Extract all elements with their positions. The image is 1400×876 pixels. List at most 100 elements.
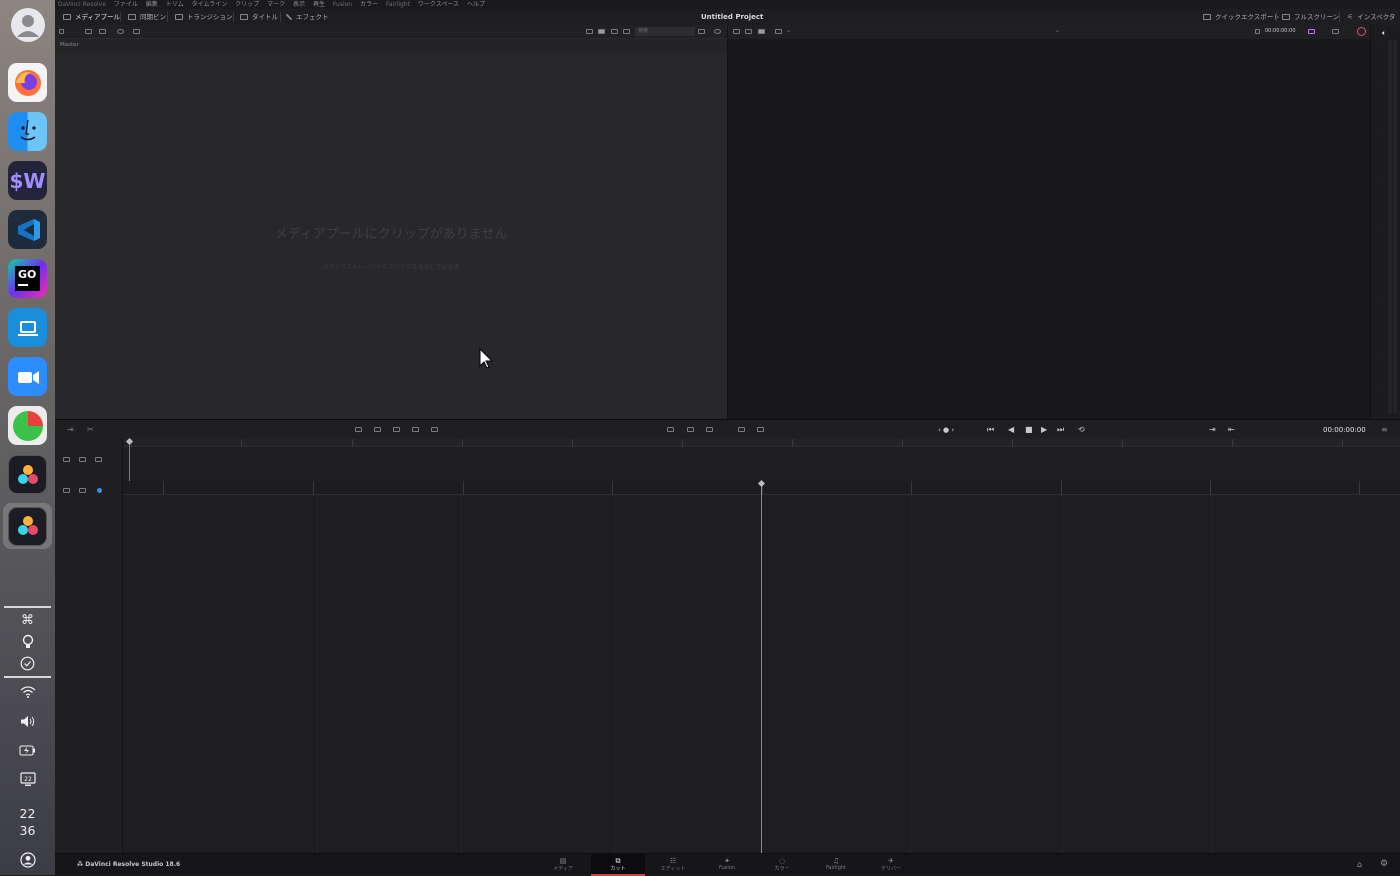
- zoom-icon[interactable]: [7, 356, 48, 397]
- import-icon[interactable]: [85, 29, 92, 34]
- page-tab-color[interactable]: ◌ カラー: [755, 854, 809, 876]
- page-tab-edit[interactable]: ☷ エディット: [646, 854, 700, 876]
- transitions-button[interactable]: トランジション: [175, 9, 233, 25]
- sync-bin-button[interactable]: 同期ビン: [128, 9, 166, 25]
- volume-icon[interactable]: [0, 715, 55, 731]
- smart-insert-icon[interactable]: [355, 427, 362, 432]
- remote-desktop-icon[interactable]: [7, 307, 48, 348]
- upper-playhead[interactable]: [129, 441, 130, 481]
- viewer-canvas[interactable]: [727, 39, 1370, 419]
- menu-playback[interactable]: 再生: [313, 1, 325, 8]
- menu-file[interactable]: ファイル: [114, 1, 138, 8]
- track-settings-icon[interactable]: [79, 488, 86, 493]
- lower-playhead[interactable]: [761, 483, 762, 853]
- scale-icon[interactable]: [687, 427, 694, 432]
- goland-icon[interactable]: GO: [7, 258, 48, 299]
- mark-out-icon[interactable]: ⇤: [1228, 426, 1235, 434]
- play-reverse-icon[interactable]: ◀: [1008, 426, 1014, 434]
- track-audio-icon[interactable]: [95, 457, 102, 462]
- mark-in-icon[interactable]: ⇥: [1209, 426, 1216, 434]
- snap-icon[interactable]: ⇥: [67, 426, 74, 434]
- checkmark-circle-icon[interactable]: [0, 656, 55, 674]
- record-icon[interactable]: [1357, 27, 1366, 36]
- battery-charging-icon[interactable]: [0, 745, 55, 759]
- list-view-icon[interactable]: [586, 29, 593, 34]
- terminal-w-icon[interactable]: $W: [7, 160, 48, 201]
- razor-icon[interactable]: ✂: [87, 426, 94, 434]
- source-overwrite-icon[interactable]: [667, 427, 674, 432]
- media-pool-area[interactable]: メディアプールにクリップがありません メディアストレージからクリップを追加して始…: [55, 53, 727, 419]
- strip-view-icon[interactable]: [611, 29, 618, 34]
- track-lock-icon[interactable]: [63, 457, 70, 462]
- menu-fairlight[interactable]: Fairlight: [386, 1, 410, 8]
- finder-icon[interactable]: [7, 111, 48, 152]
- fullscreen-button[interactable]: フルスクリーン: [1282, 9, 1339, 25]
- safe-area-dropdown-chevron-icon[interactable]: ⌄: [786, 27, 791, 34]
- page-tab-fairlight[interactable]: ♫ Fairlight: [809, 854, 863, 876]
- pie-chart-app-icon[interactable]: [7, 405, 48, 446]
- append-icon[interactable]: [374, 427, 381, 432]
- stop-icon[interactable]: ■: [1025, 426, 1033, 434]
- speaker-icon[interactable]: 🔈︎: [1382, 29, 1386, 38]
- upper-timeline-ruler[interactable]: [123, 439, 1400, 447]
- page-tab-cut[interactable]: ⧉ カット: [591, 854, 645, 876]
- zoom-fit-icon[interactable]: [1332, 29, 1339, 34]
- metadata-view-icon[interactable]: [623, 29, 630, 34]
- audio-scope-icon[interactable]: [1308, 29, 1315, 34]
- menu-edit[interactable]: 編集: [146, 1, 158, 8]
- track-video-icon[interactable]: [63, 488, 70, 493]
- breadcrumb[interactable]: Master: [55, 39, 727, 53]
- timeline-options-icon[interactable]: [757, 427, 764, 432]
- menu-trim[interactable]: トリム: [166, 1, 184, 8]
- shuttle-control-icon[interactable]: ‹ ● ›: [938, 426, 954, 434]
- more-options-icon[interactable]: ≡: [1381, 426, 1388, 434]
- menu-fusion[interactable]: Fusion: [333, 1, 352, 8]
- inspector-button[interactable]: ⚟ インスペクタ: [1347, 9, 1395, 25]
- menu-help[interactable]: ヘルプ: [467, 1, 485, 8]
- menu-clip[interactable]: クリップ: [235, 1, 259, 8]
- track-active-dot[interactable]: [97, 488, 102, 493]
- source-clip-icon[interactable]: [745, 29, 752, 34]
- search-input[interactable]: 検索: [635, 27, 695, 36]
- davinci-resolve-icon[interactable]: [7, 454, 48, 495]
- link-icon[interactable]: [714, 29, 721, 34]
- media-pool-button[interactable]: メディアプール: [63, 9, 120, 25]
- close-up-icon[interactable]: [412, 427, 419, 432]
- ripple-overwrite-icon[interactable]: [393, 427, 400, 432]
- firefox-icon[interactable]: [7, 62, 48, 103]
- refresh-icon[interactable]: [117, 29, 124, 34]
- filter-icon[interactable]: [133, 29, 140, 34]
- play-icon[interactable]: ▶: [1041, 426, 1047, 434]
- titles-button[interactable]: タイトル: [240, 9, 278, 25]
- thumbnail-view-icon[interactable]: [598, 29, 605, 34]
- menu-workspace[interactable]: ワークスペース: [418, 1, 459, 8]
- menu-timeline[interactable]: タイムライン: [192, 1, 228, 8]
- menu-mark[interactable]: マーク: [267, 1, 285, 8]
- trim-mode-icon[interactable]: [738, 427, 745, 432]
- display-icon[interactable]: 22: [0, 772, 55, 790]
- page-tab-deliver[interactable]: ✈ デリバー: [864, 854, 918, 876]
- clip-dropdown-chevron-icon[interactable]: ⌄: [1055, 27, 1060, 34]
- fit-to-fill-icon[interactable]: [706, 427, 713, 432]
- command-icon[interactable]: ⌘: [0, 613, 55, 628]
- menu-color[interactable]: カラー: [360, 1, 378, 8]
- wifi-icon[interactable]: [0, 686, 55, 701]
- new-bin-icon[interactable]: [99, 29, 106, 34]
- go-to-start-icon[interactable]: ⏮︎: [987, 426, 994, 434]
- sidebar-toggle-icon[interactable]: [59, 29, 64, 34]
- davinci-resolve-active-icon[interactable]: [3, 503, 52, 549]
- vscode-icon[interactable]: [7, 209, 48, 250]
- safe-area-icon[interactable]: [775, 29, 782, 34]
- user-avatar-icon[interactable]: [7, 4, 48, 45]
- sort-icon[interactable]: [698, 29, 705, 34]
- settings-gear-icon[interactable]: ⚙: [1380, 859, 1388, 869]
- place-on-top-icon[interactable]: [431, 427, 438, 432]
- menu-view[interactable]: 表示: [293, 1, 305, 8]
- track-link-icon[interactable]: [79, 457, 86, 462]
- viewer-mode-icon[interactable]: [733, 29, 740, 34]
- effects-button[interactable]: エフェクト: [286, 9, 329, 25]
- menu-app[interactable]: DaVinci Resolve: [58, 1, 106, 8]
- account-icon[interactable]: [0, 852, 55, 871]
- quick-export-button[interactable]: クイックエクスポート: [1203, 9, 1280, 25]
- page-tab-media[interactable]: ▤ メディア: [536, 854, 590, 876]
